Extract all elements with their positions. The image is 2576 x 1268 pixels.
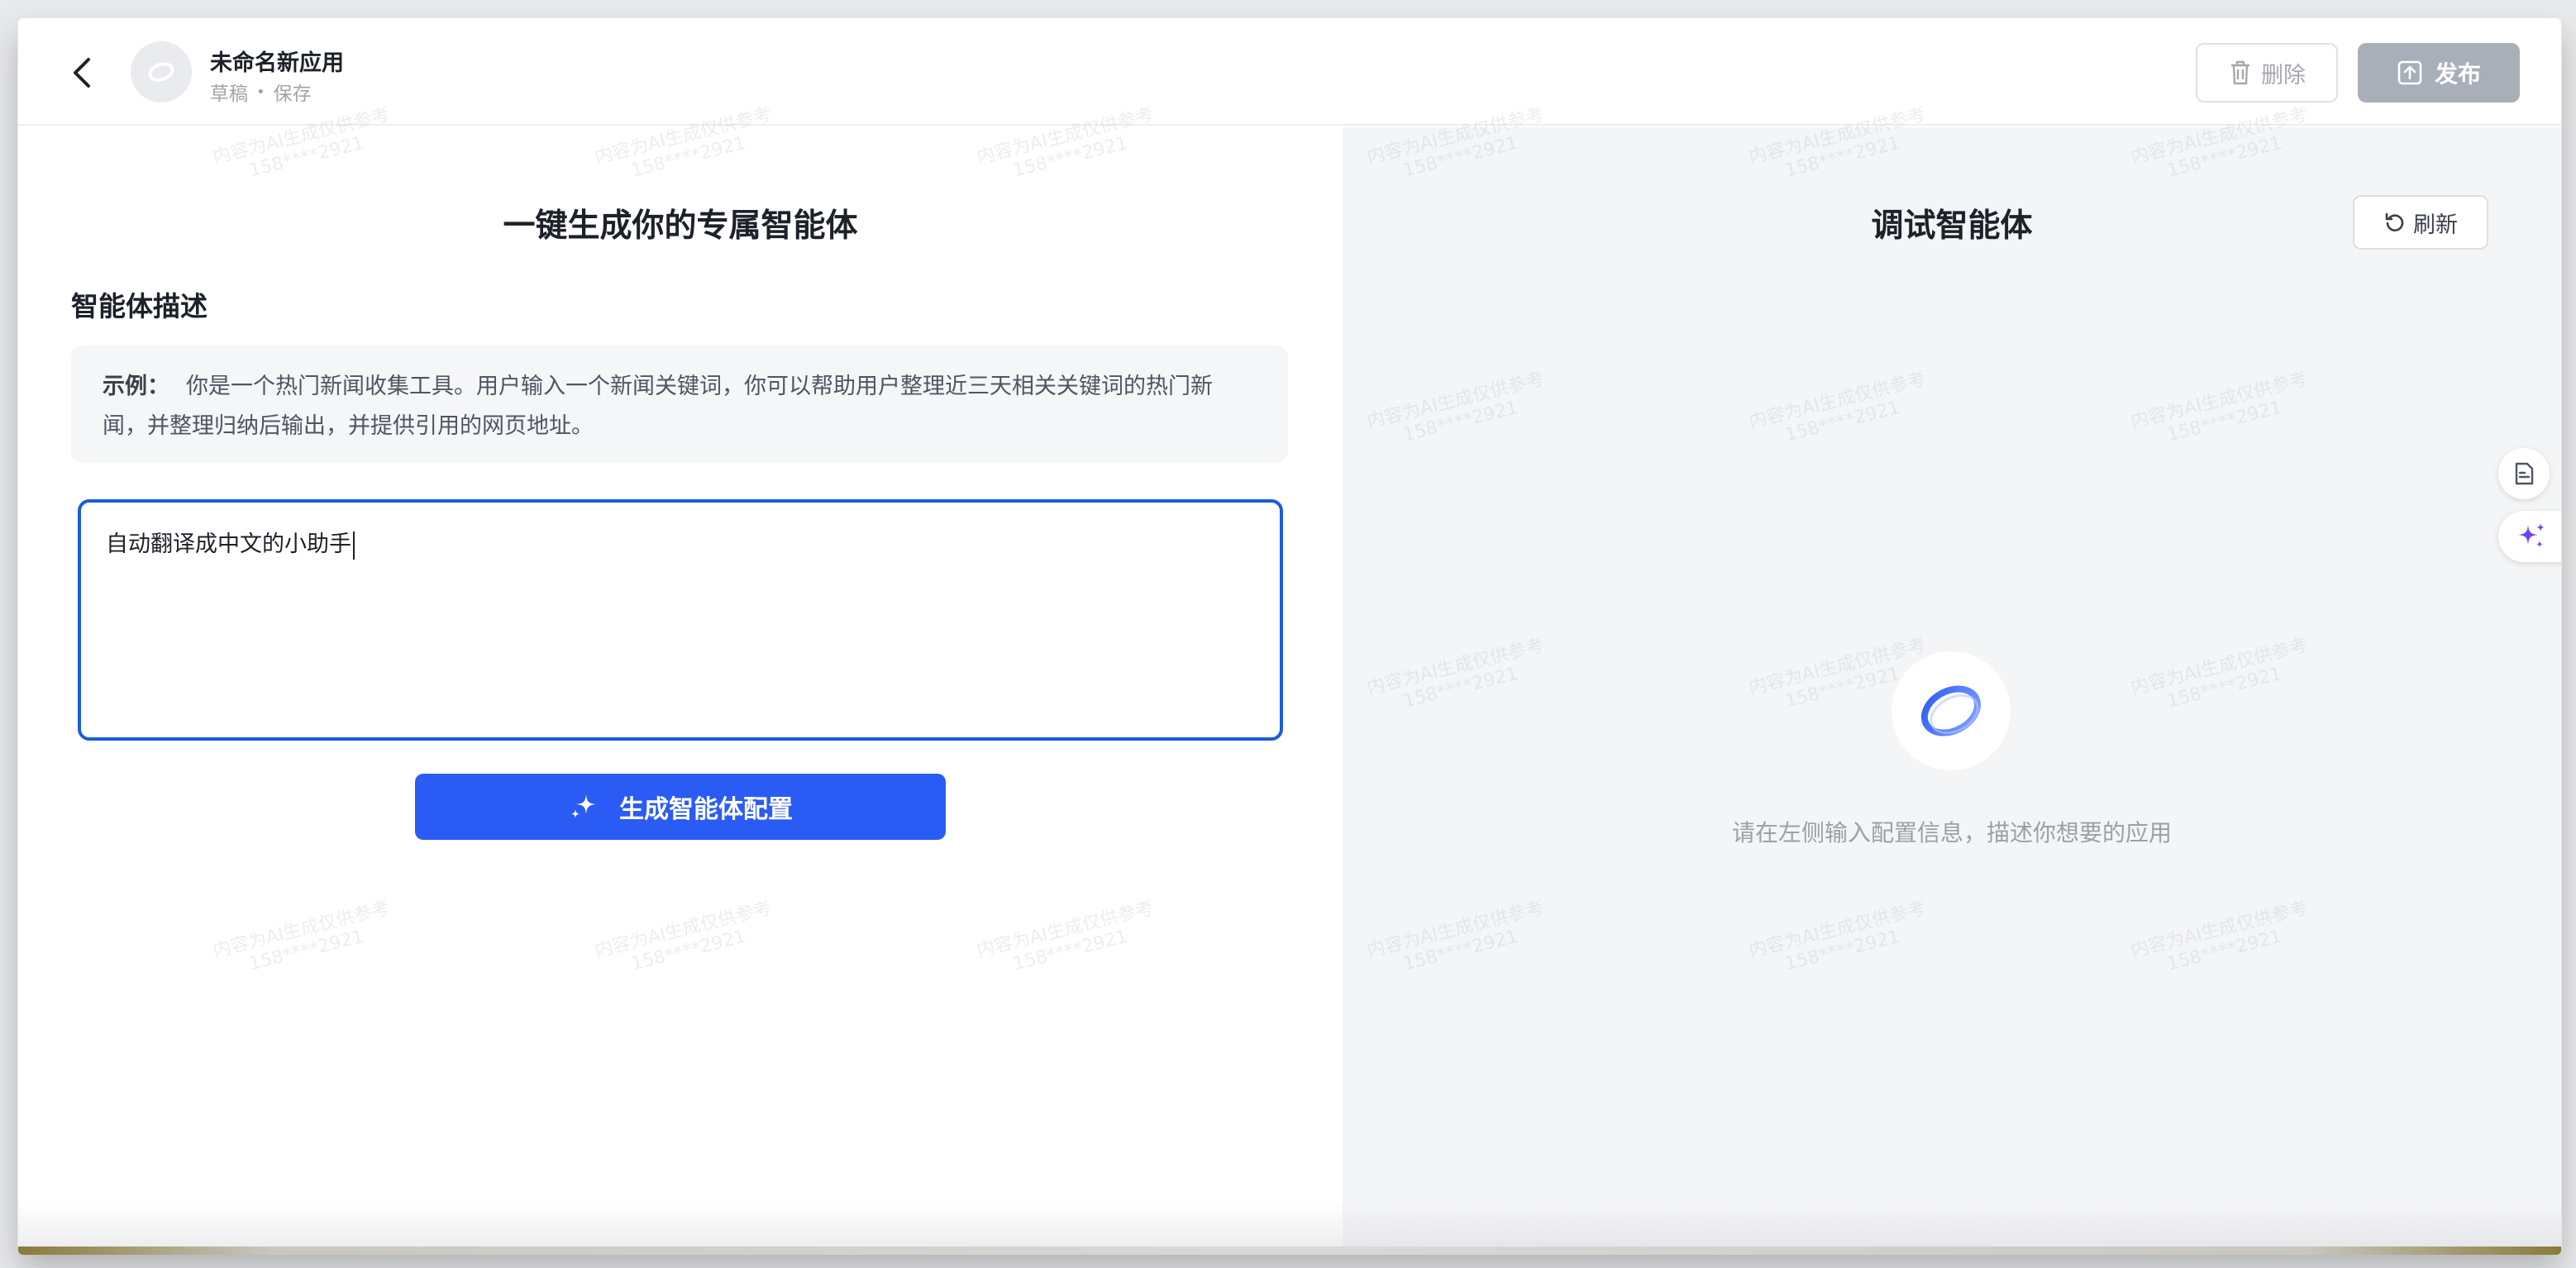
status-separator: • xyxy=(256,83,265,101)
watermark: 内容为AI生成仅供参考158****2921 xyxy=(2128,898,2311,975)
example-hint-box: 示例： 你是一个热门新闻收集工具。用户输入一个新闻关键词，你可以帮助用户整理近三天… xyxy=(71,346,1288,463)
page-title: 一键生成你的专属智能体 xyxy=(503,207,858,245)
window-bottom-edge xyxy=(18,1247,2561,1255)
ai-assist-button[interactable] xyxy=(2498,511,2561,562)
generate-config-button[interactable]: 生成智能体配置 xyxy=(415,774,946,840)
watermark: 内容为AI生成仅供参考158****2921 xyxy=(974,898,1157,975)
trash-icon xyxy=(2231,60,2249,85)
example-text: 你是一个热门新闻收集工具。用户输入一个新闻关键词，你可以帮助用户整理近三天相关关… xyxy=(103,374,1213,439)
watermark: 内容为AI生成仅供参考158****2921 xyxy=(2128,369,2311,446)
description-section-label: 智能体描述 xyxy=(71,290,208,322)
app-window: 未命名新应用 草稿 • 保存 删除 发布 内容为AI生成仅供参考 158****2… xyxy=(18,18,2561,1251)
chevron-left-icon xyxy=(74,58,90,88)
text-caret xyxy=(353,531,355,560)
app-avatar[interactable] xyxy=(131,41,192,102)
watermark: 内容为AI生成仅供参考158****2921 xyxy=(1364,635,1547,713)
draft-status: 草稿 xyxy=(210,83,248,105)
refresh-label: 刷新 xyxy=(2413,212,2458,238)
back-button[interactable] xyxy=(61,51,104,94)
generate-label: 生成智能体配置 xyxy=(619,795,793,824)
document-tool-button[interactable] xyxy=(2498,448,2550,499)
top-header: 未命名新应用 草稿 • 保存 删除 发布 xyxy=(18,18,2561,126)
refresh-button[interactable]: 刷新 xyxy=(2353,195,2488,250)
debug-panel: 内容为AI生成仅供参考 158****2921 内容为AI生成仅供参考 158***… xyxy=(1343,104,2561,1251)
empty-state-logo xyxy=(1891,651,2011,770)
app-logo-icon xyxy=(1920,685,1982,736)
description-input[interactable]: 自动翻译成中文的小助手 xyxy=(78,499,1283,741)
delete-label: 删除 xyxy=(2261,62,2306,88)
description-value: 自动翻译成中文的小助手 xyxy=(106,532,351,557)
save-link[interactable]: 保存 xyxy=(274,78,312,106)
watermark: 内容为AI生成仅供参考158****2921 xyxy=(1364,369,1547,446)
sparkle-icon xyxy=(571,794,596,818)
bottom-fade xyxy=(18,1202,1343,1251)
delete-button[interactable]: 删除 xyxy=(2196,43,2338,102)
app-title[interactable]: 未命名新应用 xyxy=(210,45,344,77)
bottom-fade xyxy=(1343,1202,2561,1251)
publish-label: 发布 xyxy=(2434,60,2481,88)
watermark: 内容为AI生成仅供参考158****2921 xyxy=(1746,898,1929,975)
watermark: 内容为AI生成仅供参考158****2921 xyxy=(592,898,775,975)
ai-sparkle-icon xyxy=(2518,523,2545,548)
example-label: 示例： xyxy=(103,374,169,399)
empty-state-hint: 请在左侧输入配置信息，描述你想要的应用 xyxy=(1731,819,2172,846)
upload-icon xyxy=(2397,60,2422,85)
app-logo-icon xyxy=(148,62,174,82)
watermark: 内容为AI生成仅供参考158****2921 xyxy=(210,898,393,975)
document-icon xyxy=(2515,462,2534,485)
refresh-icon xyxy=(2385,212,2404,231)
app-status: 草稿 • 保存 xyxy=(210,78,312,106)
publish-button[interactable]: 发布 xyxy=(2358,43,2520,102)
watermark: 内容为AI生成仅供参考158****2921 xyxy=(2128,635,2311,713)
config-panel: 内容为AI生成仅供参考 158****2921 内容为AI生成仅供参考 158***… xyxy=(18,104,1343,1251)
watermark: 内容为AI生成仅供参考158****2921 xyxy=(1364,898,1547,975)
watermark: 内容为AI生成仅供参考158****2921 xyxy=(1746,369,1929,446)
